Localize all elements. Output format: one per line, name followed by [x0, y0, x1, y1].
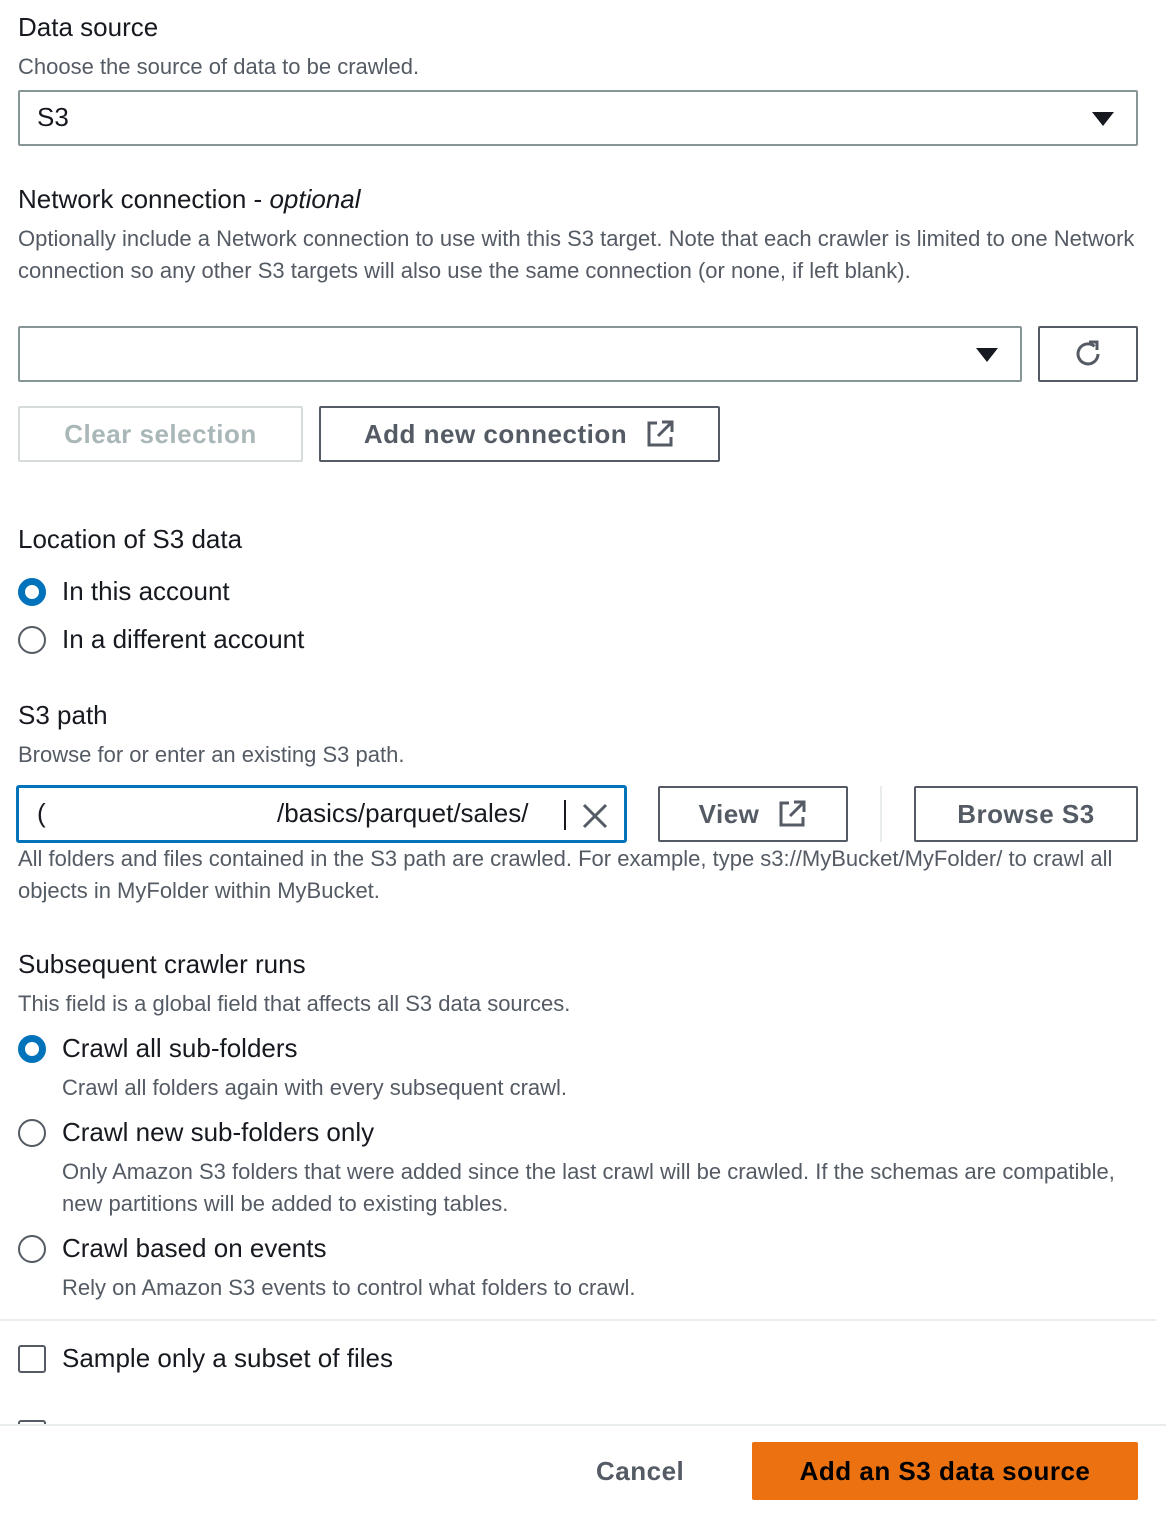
section-divider: [0, 1319, 1156, 1321]
s3-path-input[interactable]: ( /basics/parquet/sales/: [16, 785, 627, 843]
subsequent-runs-description: This field is a global field that affect…: [18, 991, 571, 1016]
add-new-connection-label: Add new connection: [363, 418, 628, 449]
radio-in-different-account[interactable]: [18, 626, 46, 654]
caret-down-icon: [976, 348, 998, 362]
option-in-different-account[interactable]: In a different account: [62, 624, 304, 655]
data-source-value: S3: [37, 102, 69, 132]
radio-crawl-events[interactable]: [18, 1235, 46, 1263]
browse-s3-label: Browse S3: [957, 798, 1095, 829]
network-connection-label: Network connection - optional: [18, 184, 361, 214]
button-divider: [880, 786, 882, 842]
option-crawl-new[interactable]: Crawl new sub-folders only: [62, 1117, 374, 1148]
network-connection-select[interactable]: [18, 326, 1022, 382]
option-crawl-new-description: Only Amazon S3 folders that were added s…: [62, 1159, 1115, 1216]
external-link-icon: [777, 799, 807, 829]
option-crawl-events-description: Rely on Amazon S3 events to control what…: [62, 1275, 636, 1300]
clear-selection-label: Clear selection: [64, 418, 257, 449]
option-crawl-all-description: Crawl all folders again with every subse…: [62, 1075, 568, 1100]
sample-subset-label[interactable]: Sample only a subset of files: [62, 1343, 393, 1374]
radio-crawl-new[interactable]: [18, 1119, 46, 1147]
clear-selection-button[interactable]: Clear selection: [18, 406, 303, 462]
add-s3-data-source-button[interactable]: Add an S3 data source: [752, 1442, 1138, 1500]
footer-bar: Cancel Add an S3 data source: [0, 1424, 1166, 1514]
refresh-icon: [1076, 340, 1100, 366]
cancel-button[interactable]: Cancel: [596, 1456, 684, 1487]
caret-down-icon: [1092, 112, 1114, 126]
s3-path-help: All folders and files contained in the S…: [18, 846, 1113, 903]
external-link-icon: [645, 419, 675, 449]
s3-path-description: Browse for or enter an existing S3 path.: [18, 742, 405, 767]
sample-subset-checkbox[interactable]: [18, 1345, 46, 1373]
clear-input-icon[interactable]: [581, 802, 609, 830]
add-new-connection-button[interactable]: Add new connection: [319, 406, 720, 462]
add-s3-data-source-label: Add an S3 data source: [799, 1455, 1091, 1486]
option-crawl-all[interactable]: Crawl all sub-folders: [62, 1033, 298, 1064]
radio-crawl-all[interactable]: [18, 1035, 46, 1063]
radio-in-this-account[interactable]: [18, 578, 46, 606]
s3-path-label: S3 path: [18, 700, 108, 730]
data-source-select[interactable]: S3: [18, 90, 1138, 146]
data-source-label: Data source: [18, 12, 159, 42]
view-label: View: [698, 798, 760, 829]
network-connection-description: Optionally include a Network connection …: [18, 226, 1135, 283]
s3-path-value: /basics/parquet/sales/: [277, 798, 529, 828]
text-cursor: [564, 800, 566, 830]
option-in-this-account[interactable]: In this account: [62, 576, 230, 607]
data-source-description: Choose the source of data to be crawled.: [18, 54, 420, 79]
subsequent-runs-label: Subsequent crawler runs: [18, 949, 306, 979]
option-crawl-events[interactable]: Crawl based on events: [62, 1233, 326, 1264]
optional-tag: optional: [269, 184, 361, 214]
view-button[interactable]: View: [658, 786, 848, 842]
browse-s3-button[interactable]: Browse S3: [914, 786, 1138, 842]
refresh-button[interactable]: [1038, 326, 1138, 382]
location-label: Location of S3 data: [18, 524, 243, 554]
s3-path-prefix: (: [37, 798, 46, 828]
